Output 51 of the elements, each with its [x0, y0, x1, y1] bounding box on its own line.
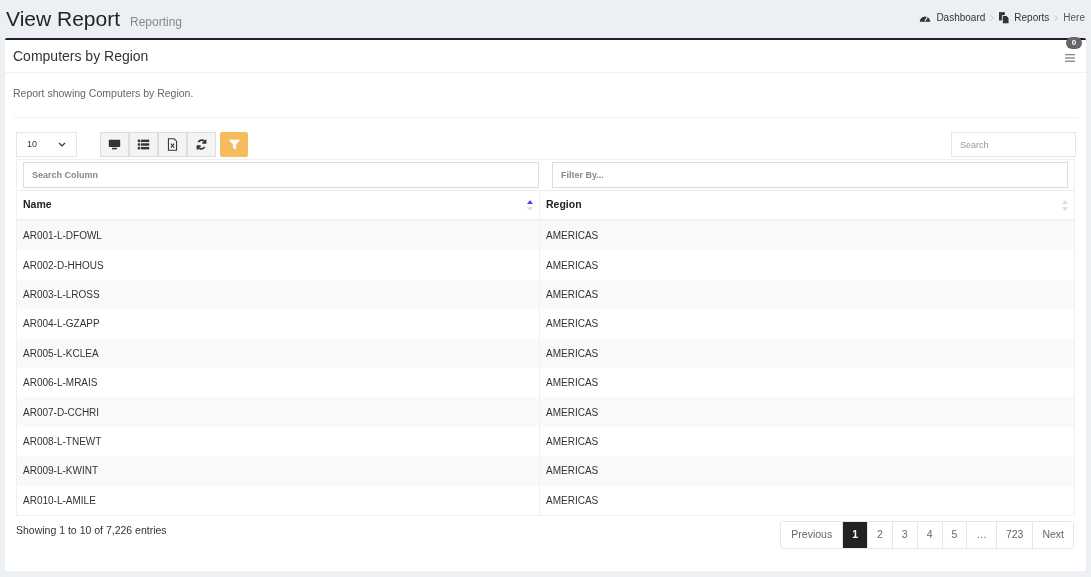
spreadsheet-file-icon [166, 138, 179, 151]
chevron-down-icon [58, 142, 66, 147]
toolbar-button[interactable] [129, 132, 158, 157]
card-title: Computers by Region [13, 46, 149, 66]
entries-info: Showing 1 to 10 of 7,226 entries [16, 522, 167, 538]
table-cell-text: AMERICAS [546, 287, 599, 302]
search-field[interactable]: Search [951, 132, 1076, 157]
table-cell-text: AMERICAS [546, 229, 599, 244]
page-size-select[interactable]: 10 [16, 132, 77, 157]
toolbar-button[interactable] [158, 132, 187, 157]
toolbar-button[interactable] [100, 132, 129, 157]
table-cell-text: AR001-L-DFOWL [23, 229, 102, 244]
table-cell-text: AMERICAS [546, 464, 599, 479]
table-cell-text: AMERICAS [546, 258, 599, 273]
table-cell-text: AMERICAS [546, 405, 599, 420]
notification-badge: 0 [1066, 37, 1082, 49]
menu-icon[interactable] [1065, 53, 1075, 62]
table-cell-text: AR007-D-CCHRI [23, 405, 100, 420]
page-subtitle: Reporting [130, 16, 183, 29]
column-header[interactable]: Region [540, 191, 1074, 219]
monitor-icon [108, 138, 121, 151]
chevron-right-icon [1054, 14, 1059, 21]
refresh-icon [195, 138, 208, 151]
report-description: Report showing Computers by Region. [13, 87, 194, 99]
table-cell-text: AMERICAS [546, 376, 599, 391]
breadcrumb-link[interactable]: Dashboard [936, 10, 986, 25]
table-cell-text: AR004-L-GZAPP [23, 317, 100, 332]
table-cell-text: AR010-L-AMILE [23, 493, 96, 508]
table-cell-text: AMERICAS [546, 346, 599, 361]
column-filter-field[interactable]: Filter By... [552, 162, 1068, 188]
table-cell-text: AR003-L-LROSS [23, 287, 100, 302]
chevron-right-icon [990, 14, 995, 21]
column-header[interactable]: Name [17, 191, 540, 219]
table-cell-text: AR009-L-KWINT [23, 464, 98, 479]
pagination-button[interactable]: 1 [842, 521, 867, 548]
toolbar-button[interactable] [187, 132, 216, 157]
table-cell-text: AMERICAS [546, 434, 599, 449]
list-icon [137, 138, 150, 151]
breadcrumb-link[interactable]: Here [1063, 10, 1085, 25]
table-cell-text: AR002-D-HHOUS [23, 258, 104, 273]
page-title: View Report [6, 8, 120, 29]
filter-icon [227, 138, 241, 151]
table-cell-text: AR008-L-TNEWT [23, 434, 102, 449]
column-filter-field[interactable]: Search Column [23, 162, 539, 188]
breadcrumb-link[interactable]: Reports [1014, 10, 1050, 25]
table-cell-text: AR006-L-MRAIS [23, 376, 98, 391]
pagination-button[interactable]: Next [1032, 521, 1073, 548]
table-cell-text: AMERICAS [546, 493, 599, 508]
table-cell-text: AMERICAS [546, 317, 599, 332]
table-cell-text: AR005-L-KCLEA [23, 346, 99, 361]
documents-icon [999, 11, 1010, 24]
